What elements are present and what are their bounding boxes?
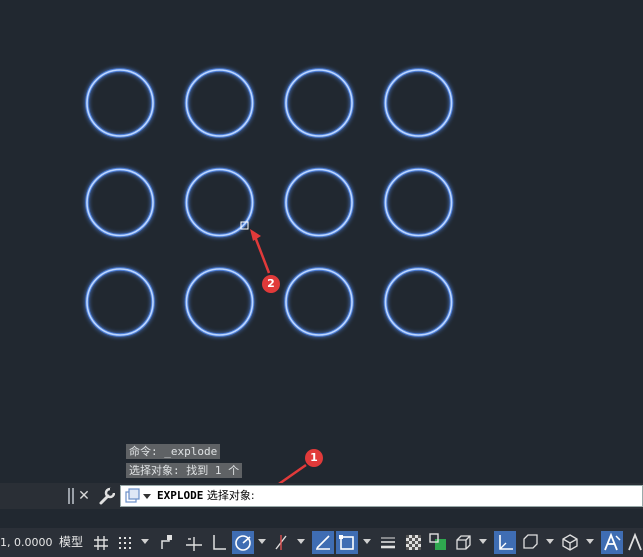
- dynamic-input-icon: [186, 537, 202, 551]
- drawing-circle[interactable]: [284, 167, 354, 238]
- polar-tracking-icon: [235, 535, 251, 551]
- drawing-circle[interactable]: [284, 267, 354, 337]
- selection-cycling-icon: [429, 533, 446, 550]
- object-snap-tracking-icon: [316, 535, 330, 550]
- lineweight-button[interactable]: [377, 531, 399, 554]
- recent-commands-icon[interactable]: [123, 487, 153, 505]
- object-snap-dropdown-chevron[interactable]: [363, 539, 371, 544]
- snap-dots-icon: [119, 537, 131, 549]
- command-history-line-1: 命令: _explode: [126, 444, 221, 459]
- command-line-bar: ✕ EXPLODE 选择对象:: [0, 483, 643, 509]
- circle-outline[interactable]: [384, 268, 453, 336]
- isodraft-dropdown-chevron[interactable]: [297, 539, 305, 544]
- circle-outline[interactable]: [285, 168, 353, 237]
- circle-outline[interactable]: [384, 168, 453, 237]
- lineweight-icon: [381, 537, 395, 549]
- drawing-viewport[interactable]: 命令: _explode 选择对象: 找到 1 个 2 1: [0, 0, 643, 510]
- drawing-circle[interactable]: [284, 68, 354, 138]
- selection-filter-button[interactable]: [519, 531, 541, 554]
- drawing-circle[interactable]: [383, 267, 454, 337]
- drawing-circle[interactable]: [184, 267, 255, 337]
- ortho-icon: [213, 535, 226, 550]
- annotation-marker-2: 2: [262, 275, 280, 293]
- drawing-circle[interactable]: [85, 267, 155, 337]
- drag-handle-icon[interactable]: [67, 488, 75, 504]
- 3d-object-snap-icon: [456, 535, 471, 550]
- dynamic-ucs-button[interactable]: [494, 531, 516, 554]
- grid-icon: [94, 536, 108, 550]
- infer-constraints-icon: [161, 535, 172, 549]
- wrench-icon[interactable]: [97, 486, 115, 506]
- grid-display-button[interactable]: [91, 531, 111, 554]
- selection-cycling-button[interactable]: [427, 531, 449, 554]
- circle-outline[interactable]: [86, 168, 154, 237]
- circle-outline[interactable]: [86, 268, 154, 336]
- annotation-arrowhead-2: [250, 229, 261, 241]
- infer-constraints-button[interactable]: [157, 531, 179, 554]
- coordinate-readout: 1, 0.0000: [0, 536, 52, 549]
- command-history-line-2: 选择对象: 找到 1 个: [126, 463, 243, 478]
- drawing-circle[interactable]: [85, 167, 155, 238]
- polar-tracking-button[interactable]: [232, 531, 254, 554]
- isodraft-icon: [275, 535, 287, 550]
- close-icon[interactable]: ✕: [77, 486, 91, 506]
- drawing-canvas[interactable]: [0, 0, 643, 510]
- annotation-scale-icon: [604, 532, 621, 551]
- circle-outline[interactable]: [185, 268, 254, 336]
- dynamic-input-button[interactable]: [182, 531, 206, 554]
- drawing-circle[interactable]: [383, 167, 454, 238]
- selection-filter-icon: [523, 534, 538, 549]
- drawing-circle[interactable]: [85, 68, 155, 138]
- dynamic-ucs-icon: [499, 535, 513, 550]
- model-space-tab[interactable]: 模型: [56, 531, 86, 554]
- drawing-circle[interactable]: [184, 167, 255, 238]
- auto-scale-button[interactable]: [626, 531, 643, 554]
- auto-scale-icon: [628, 532, 642, 551]
- gizmo-button[interactable]: [559, 531, 581, 554]
- command-text: EXPLODE 选择对象:: [157, 486, 255, 506]
- command-prompt: 选择对象:: [203, 489, 255, 502]
- gizmo-dropdown-chevron[interactable]: [586, 539, 594, 544]
- circle-outline[interactable]: [185, 69, 254, 137]
- object-snap-button[interactable]: [336, 531, 358, 554]
- circle-outline[interactable]: [285, 69, 353, 137]
- circle-outline[interactable]: [285, 268, 353, 336]
- object-snap-icon: [339, 535, 354, 550]
- annotation-marker-1: 1: [305, 449, 323, 467]
- 3d-object-snap-button[interactable]: [452, 531, 474, 554]
- drawing-circle[interactable]: [383, 68, 454, 138]
- status-bar: 1, 0.0000 模型: [0, 528, 643, 557]
- command-input[interactable]: EXPLODE 选择对象:: [120, 485, 643, 507]
- transparency-button[interactable]: [402, 531, 424, 554]
- filter-dropdown-chevron[interactable]: [546, 539, 554, 544]
- isodraft-button[interactable]: [270, 531, 292, 554]
- ortho-mode-button[interactable]: [208, 531, 230, 554]
- transparency-icon: [406, 535, 421, 550]
- circle-outline[interactable]: [86, 69, 154, 137]
- polar-dropdown-chevron[interactable]: [258, 539, 266, 544]
- gizmo-icon: [562, 534, 578, 551]
- annotation-arrow-2: [252, 233, 271, 274]
- object-snap-tracking-button[interactable]: [312, 531, 334, 554]
- circle-outline[interactable]: [185, 168, 254, 237]
- circle-outline[interactable]: [384, 69, 453, 137]
- snap-mode-button[interactable]: [114, 531, 136, 554]
- command-name: EXPLODE: [157, 489, 204, 502]
- 3d-snap-dropdown-chevron[interactable]: [479, 539, 487, 544]
- annotation-visibility-button[interactable]: [601, 531, 623, 554]
- snap-dropdown-chevron[interactable]: [141, 539, 149, 544]
- drawing-circle[interactable]: [184, 68, 255, 138]
